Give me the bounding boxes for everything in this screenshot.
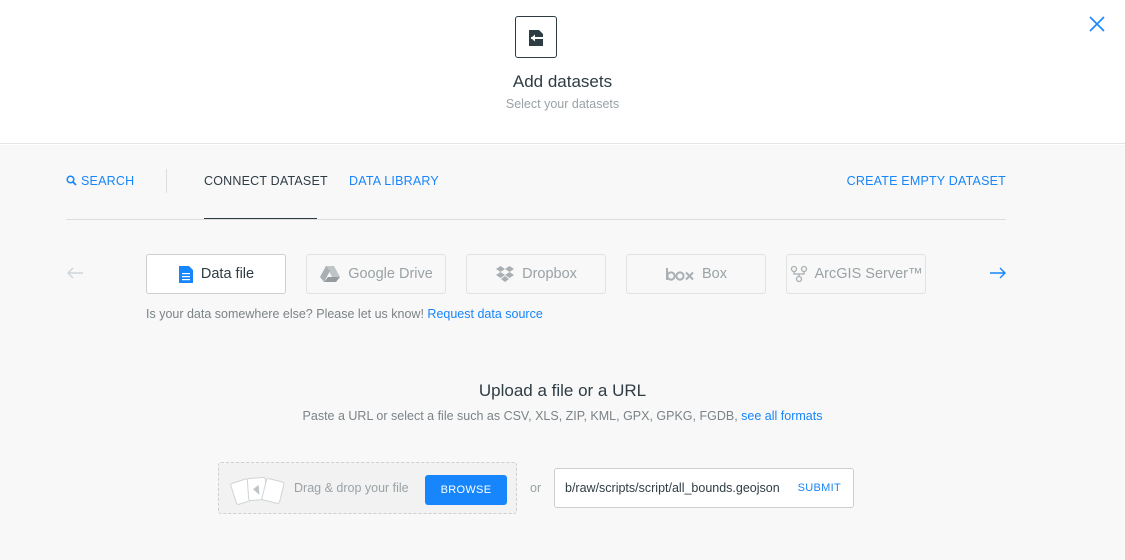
arrow-left-icon[interactable] [66,266,84,280]
google-drive-icon [319,265,341,283]
tab-data-library[interactable]: DATA LIBRARY [349,174,439,188]
drag-drop-label: Drag & drop your file [294,481,409,495]
file-dropzone[interactable]: Drag & drop your file BROWSE [218,462,517,514]
search-icon [66,175,77,186]
tab-divider [166,169,167,193]
modal-title: Add datasets [512,72,613,91]
source-arcgis-server[interactable]: ArcGIS Server™ [786,254,926,294]
dropbox-icon [495,265,515,283]
upload-formats-text: Paste a URL or select a file such as CSV… [302,409,738,423]
source-google-drive[interactable]: Google Drive [306,254,446,294]
source-label: Box [702,266,727,282]
modal-body: SEARCH CONNECT DATASET DATA LIBRARY CREA… [0,145,1125,560]
modal-subtitle: Select your datasets [505,97,620,111]
arcgis-icon [790,265,808,283]
or-label: or [530,481,542,495]
tab-search-label: SEARCH [81,174,135,188]
request-source-text: Is your data somewhere else? Please let … [146,307,543,321]
submit-button[interactable]: SUBMIT [798,482,841,494]
tab-search[interactable]: SEARCH [66,174,134,188]
request-data-source-link[interactable]: Request data source [427,307,542,321]
source-label: Data file [200,266,255,282]
url-input[interactable] [565,469,793,507]
tab-bar: SEARCH CONNECT DATASET DATA LIBRARY CREA… [66,145,1006,220]
tab-connect-dataset[interactable]: CONNECT DATASET [204,174,328,188]
active-tab-underline [204,218,317,219]
upload-title: Upload a file or a URL [478,381,647,400]
close-icon[interactable] [1088,15,1106,33]
source-label: Dropbox [522,266,577,282]
source-dropbox[interactable]: Dropbox [466,254,606,294]
create-empty-dataset-link[interactable]: CREATE EMPTY DATASET [847,174,1006,188]
source-label: Google Drive [348,266,433,282]
upload-subtitle: Paste a URL or select a file such as CSV… [0,409,1125,423]
modal-header: Add datasets Select your datasets [0,0,1125,144]
url-form: SUBMIT [554,468,854,508]
files-illustration-icon [229,473,287,510]
arrow-right-icon[interactable] [989,266,1007,280]
request-text: Is your data somewhere else? Please let … [146,307,424,321]
browse-button[interactable]: BROWSE [425,475,507,505]
see-all-formats-link[interactable]: see all formats [741,409,822,423]
source-data-file[interactable]: Data file [146,254,286,294]
document-icon [178,265,194,284]
box-logo-icon [665,267,695,281]
source-box[interactable]: Box [626,254,766,294]
source-label: ArcGIS Server™ [814,266,923,282]
dataset-import-icon [515,16,557,58]
